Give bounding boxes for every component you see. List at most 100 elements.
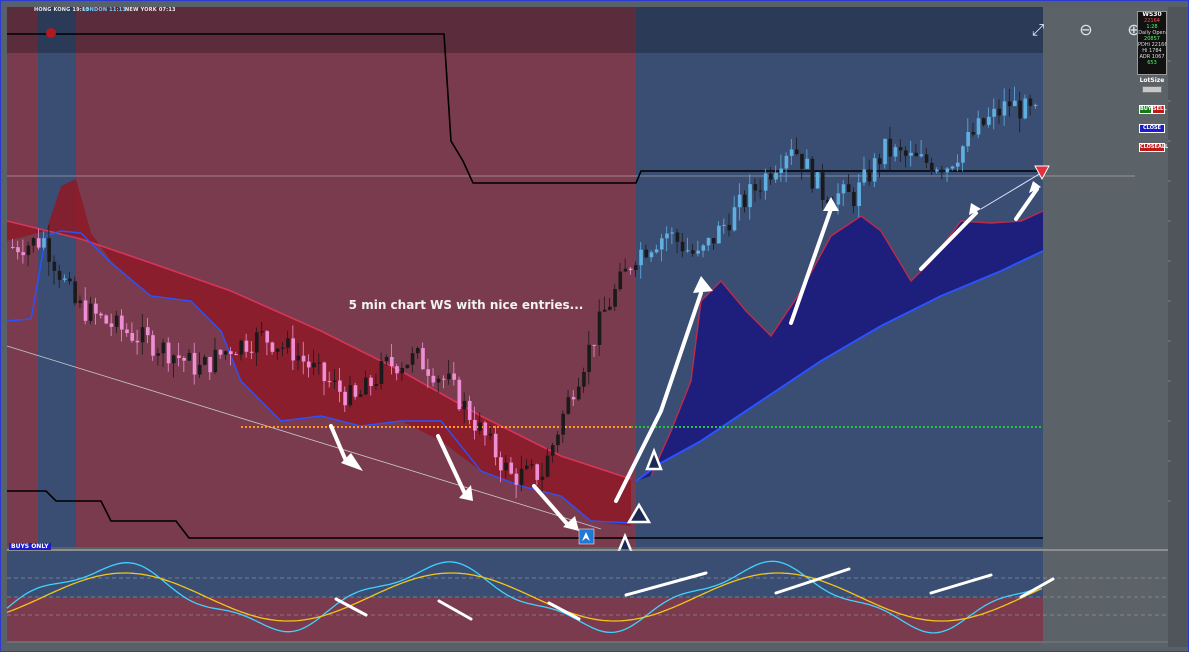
candle-body — [16, 247, 20, 253]
candle-body — [223, 351, 228, 355]
candle-body — [789, 149, 794, 156]
candle-body — [161, 342, 166, 354]
candle-body — [685, 250, 690, 252]
candle-body — [338, 380, 342, 392]
candle-body — [156, 353, 161, 356]
candle-body — [462, 400, 467, 410]
candle-body — [545, 455, 550, 477]
candle-body — [670, 232, 675, 234]
candle-body — [364, 377, 368, 395]
candle-body — [47, 238, 51, 262]
session-london: LONDON 11:13 — [82, 7, 127, 13]
candle-body — [467, 400, 472, 420]
candle-body — [270, 342, 275, 352]
candle-body — [623, 268, 628, 272]
candle-body — [369, 377, 373, 386]
candle-body — [421, 348, 425, 370]
expand-icon[interactable]: ⤢ — [1029, 21, 1047, 39]
candle-body — [1007, 101, 1012, 107]
candle-body — [473, 419, 477, 431]
candle-body — [348, 385, 353, 406]
candle-body — [784, 155, 789, 169]
candle-body — [753, 184, 758, 191]
candle-body — [872, 158, 877, 182]
candle-body — [971, 131, 976, 135]
candle-body — [52, 261, 57, 271]
candle-body — [1002, 101, 1007, 116]
candle-body — [280, 347, 285, 349]
candle-body — [597, 311, 602, 345]
candle-body — [535, 464, 540, 480]
chart-window[interactable]: HONG KONG 19:13 LONDON 11:13 NEW YORK 07… — [0, 0, 1189, 652]
buy-button[interactable]: BUY — [1139, 105, 1152, 114]
candle-body — [732, 207, 737, 231]
candle-body — [878, 158, 882, 165]
symbol-line: 653 — [1147, 60, 1157, 66]
candle-body — [576, 386, 581, 400]
candle-body — [286, 338, 290, 348]
candle-body — [940, 169, 944, 173]
candle-body — [691, 250, 695, 254]
sell-button[interactable]: SELL — [1152, 105, 1166, 114]
candle-body — [743, 194, 747, 208]
candle-body — [436, 378, 441, 383]
candle-body — [914, 152, 919, 157]
candle-body — [794, 149, 799, 154]
candle-body — [649, 252, 654, 258]
candle-body — [904, 150, 908, 156]
candle-body — [410, 353, 415, 365]
candle-body — [332, 380, 337, 382]
lot-size-input[interactable] — [1142, 86, 1162, 93]
close-button[interactable]: CLOSE — [1139, 124, 1165, 133]
candle-body — [613, 289, 617, 307]
candle-body — [415, 348, 420, 354]
candle-body — [680, 241, 685, 252]
candle-body — [120, 315, 124, 330]
candle-body — [893, 147, 898, 157]
candle-body — [483, 422, 488, 436]
candle-body — [550, 445, 555, 456]
candle-body — [478, 422, 482, 431]
chart-annotation: 5 min chart WS with nice entries... — [348, 298, 584, 312]
candle-body — [945, 168, 950, 173]
price-chart[interactable] — [1, 1, 1188, 651]
candle-body — [639, 249, 643, 266]
candle-body — [846, 184, 851, 192]
candle-body — [836, 193, 841, 205]
candle-body — [493, 433, 498, 458]
candle-body — [763, 173, 768, 191]
candle-body — [374, 383, 379, 386]
candle-body — [566, 397, 571, 414]
candle-body — [1028, 98, 1033, 106]
candle-body — [400, 367, 405, 374]
candle-body — [571, 397, 576, 400]
candle-body — [234, 354, 238, 356]
candle-body — [665, 233, 669, 239]
candle-body — [929, 162, 934, 172]
candle-body — [275, 348, 280, 352]
candle-body — [701, 245, 706, 251]
candle-body — [592, 344, 597, 346]
candle-body — [779, 168, 784, 173]
candle-body — [935, 169, 939, 172]
candle-body — [62, 278, 67, 280]
candle-body — [514, 473, 519, 485]
candle-body — [659, 238, 664, 250]
close-all-button[interactable]: CLOSEALL — [1139, 143, 1168, 152]
candle-body — [171, 355, 176, 364]
lot-size-label: LotSize — [1139, 77, 1165, 84]
candle-body — [909, 152, 913, 156]
candle-body — [1018, 100, 1022, 119]
candle-body — [992, 108, 996, 117]
candle-body — [390, 356, 394, 367]
candle-body — [104, 315, 109, 324]
candle-body — [343, 391, 347, 406]
candle-body — [852, 191, 856, 207]
candle-body — [197, 364, 202, 375]
candle-body — [31, 238, 36, 246]
candle-body — [73, 281, 77, 304]
candle-body — [306, 361, 311, 368]
candle-body — [255, 332, 259, 353]
zoom-out-icon[interactable]: ⊖ — [1077, 21, 1095, 39]
candle-body — [540, 476, 545, 480]
